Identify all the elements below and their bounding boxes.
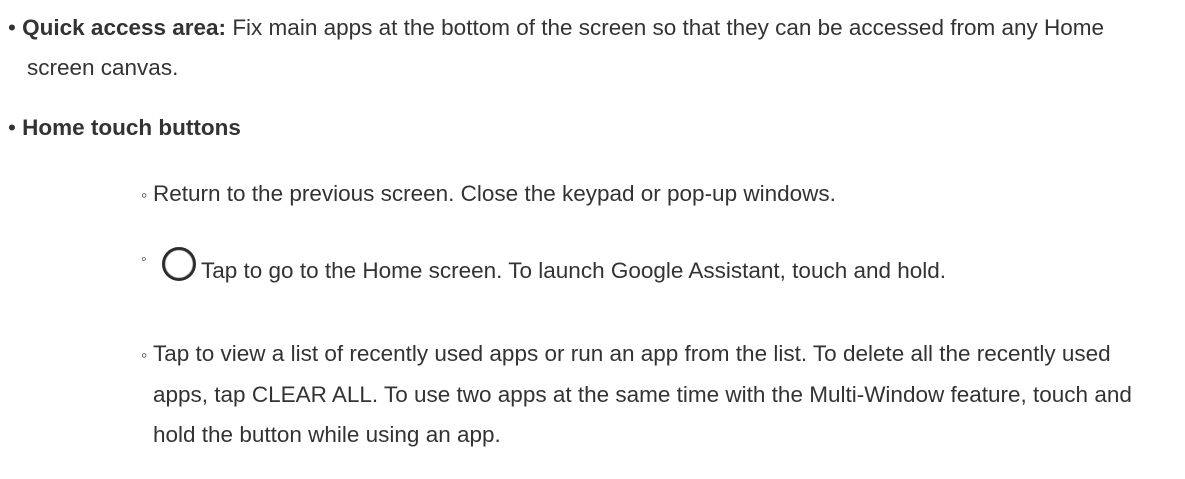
home-button-description: Tap to go to the Home screen. To launch …: [201, 258, 947, 283]
sub-bullet-marker: ◦: [141, 345, 148, 365]
list-item-body: • Quick access area: Fix main apps at th…: [8, 8, 1158, 88]
sub-list-item-body: ◦ Tap to view a list of recently used app…: [141, 334, 1171, 455]
sub-list-item-back: ◦ Return to the previous screen. Close th…: [141, 174, 1171, 215]
bullet-marker: •: [8, 115, 16, 140]
home-touch-buttons-title: Home touch buttons: [22, 115, 241, 140]
recent-apps-button-description: Tap to view a list of recently used apps…: [153, 341, 1132, 447]
list-item-home-touch-buttons: • Home touch buttons: [8, 108, 1158, 148]
quick-access-title: Quick access area:: [22, 15, 227, 40]
sub-list-item-body: ◦ Tap to go to the Home screen. To launch…: [141, 246, 1171, 291]
list-item-quick-access: • Quick access area: Fix main apps at th…: [8, 8, 1158, 88]
document-page: • Quick access area: Fix main apps at th…: [0, 0, 1185, 479]
list-item-body: • Home touch buttons: [8, 108, 1158, 148]
bullet-marker: •: [8, 15, 16, 40]
home-circle-icon: [161, 246, 197, 282]
sub-bullet-marker: ◦: [141, 185, 148, 205]
sub-list-item-recent-apps: ◦ Tap to view a list of recently used app…: [141, 334, 1171, 455]
sub-list-item-body: ◦ Return to the previous screen. Close th…: [141, 174, 1171, 215]
sub-list-item-home: ◦ Tap to go to the Home screen. To launch…: [141, 246, 1171, 291]
back-button-description: Return to the previous screen. Close the…: [153, 181, 836, 206]
